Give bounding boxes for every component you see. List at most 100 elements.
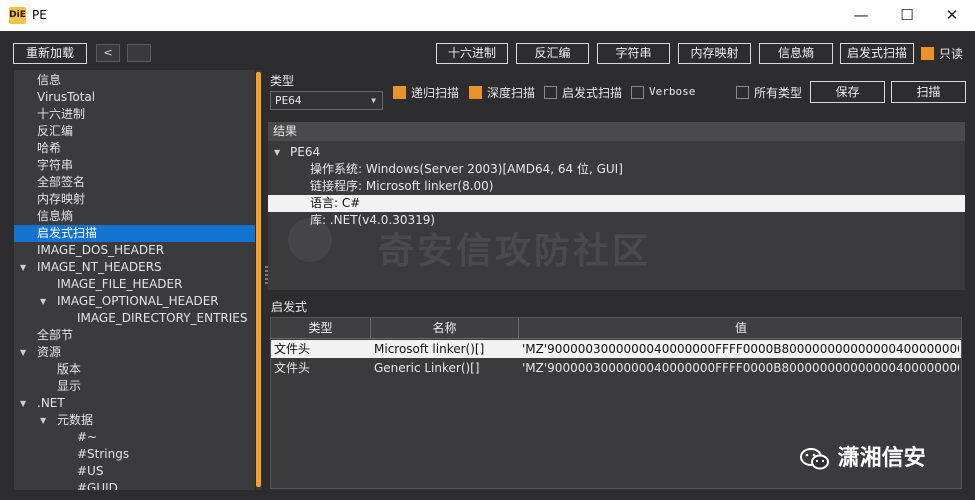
tree-item[interactable]: #Strings — [14, 446, 255, 463]
strings-button[interactable]: 字符串 — [597, 43, 670, 64]
tree-item[interactable]: VirusTotal — [14, 89, 255, 106]
tree-item[interactable]: 字符串 — [14, 157, 255, 174]
tree-item-label: 全部节 — [37, 328, 74, 342]
expand-arrow-icon[interactable]: ▼ — [20, 259, 26, 276]
result-root-label: PE64 — [290, 145, 321, 159]
tree-item-label: 版本 — [57, 362, 82, 376]
tree-scroll-thumb[interactable] — [256, 72, 261, 487]
expand-arrow-icon[interactable]: ▼ — [20, 395, 26, 412]
reload-button[interactable]: 重新加载 — [13, 43, 87, 64]
scan-button[interactable]: 扫描 — [891, 81, 966, 103]
type-select[interactable]: PE64 ▼ — [270, 91, 383, 110]
tree-item-label: 哈希 — [37, 141, 62, 155]
column-header-type[interactable]: 类型 — [271, 318, 371, 339]
window-title: PE — [32, 8, 47, 22]
deep-scan-checkbox[interactable] — [469, 86, 482, 99]
wechat-icon — [800, 447, 830, 471]
tree-item-label: 全部签名 — [37, 175, 86, 189]
results-header: 结果 — [268, 122, 965, 141]
type-label: 类型 — [270, 74, 295, 88]
wechat-brand: 潇湘信安 — [837, 446, 926, 471]
verbose-checkbox[interactable] — [631, 86, 644, 99]
tree-item[interactable]: 启发式扫描 — [14, 225, 255, 242]
watermark-logo-icon — [288, 218, 332, 262]
cell-value: 'MZ'9000003000000040000000FFFF0000B80000… — [522, 342, 959, 356]
heuristic-label: 启发式 — [271, 300, 308, 314]
cell-name: Generic Linker()[] — [374, 361, 480, 375]
tree-item-label: 字符串 — [37, 158, 74, 172]
cell-name: Microsoft linker()[] — [374, 342, 485, 356]
tree-item[interactable]: #~ — [14, 429, 255, 446]
expand-arrow-icon[interactable]: ▼ — [40, 412, 46, 429]
tree-item[interactable]: IMAGE_FILE_HEADER — [14, 276, 255, 293]
tree-item-label: #Strings — [77, 447, 130, 461]
tree-item-label: 资源 — [37, 345, 62, 359]
tree-item-label: 信息熵 — [37, 209, 74, 223]
tree-item[interactable]: ▼ 元数据 — [14, 412, 255, 429]
heuristic-scan-checkbox[interactable] — [544, 86, 557, 99]
tree-item-label: IMAGE_OPTIONAL_HEADER — [57, 294, 219, 308]
cell-type: 文件头 — [274, 342, 311, 356]
result-row-selected[interactable]: 语言: C# — [268, 195, 965, 212]
expand-arrow-icon[interactable]: ▼ — [20, 344, 26, 361]
tree-item-label: IMAGE_DOS_HEADER — [37, 243, 165, 257]
column-header-name[interactable]: 名称 — [371, 318, 519, 339]
tree-item-label: #GUID — [77, 481, 118, 490]
tree-item[interactable]: 版本 — [14, 361, 255, 378]
forward-button[interactable] — [127, 44, 151, 62]
memory-map-button[interactable]: 内存映射 — [678, 43, 751, 64]
tree-item[interactable]: #US — [14, 463, 255, 480]
result-linker: 链接程序: Microsoft linker(8.00) — [310, 179, 494, 193]
expand-arrow-icon[interactable]: ▼ — [40, 293, 46, 310]
tree-item[interactable]: 全部节 — [14, 327, 255, 344]
result-row[interactable]: 操作系统: Windows(Server 2003)[AMD64, 64 位, … — [268, 161, 965, 178]
tree-item-label: 启发式扫描 — [37, 226, 98, 240]
heuristic-scan-button[interactable]: 启发式扫描 — [840, 43, 914, 64]
wechat-watermark: 潇湘信安 — [800, 440, 926, 472]
recursive-scan-checkbox[interactable] — [393, 86, 406, 99]
tree-scrollbar[interactable] — [256, 70, 261, 490]
column-header-value[interactable]: 值 — [519, 318, 961, 339]
tree-item-label: VirusTotal — [37, 90, 96, 104]
readonly-checkbox[interactable] — [921, 47, 934, 60]
hex-button[interactable]: 十六进制 — [436, 43, 508, 64]
tree-item-label: 元数据 — [57, 413, 94, 427]
tree-item[interactable]: 十六进制 — [14, 106, 255, 123]
tree-item-label: 信息 — [37, 73, 62, 87]
tree-item-label: 内存映射 — [37, 192, 86, 206]
tree-item[interactable]: 显示 — [14, 378, 255, 395]
tree-item[interactable]: 全部签名 — [14, 174, 255, 191]
tree-item-label: #~ — [77, 430, 98, 444]
all-types-checkbox[interactable] — [736, 86, 749, 99]
back-button[interactable]: < — [96, 44, 120, 62]
entropy-button[interactable]: 信息熵 — [759, 43, 833, 64]
tree-item[interactable]: 信息 — [14, 72, 255, 89]
close-button[interactable]: ✕ — [929, 0, 975, 31]
navigation-tree: 信息 VirusTotal 十六进制 反汇编 哈希字符串全部签名内存映射信息熵启发式扫描… — [14, 70, 255, 490]
tree-item[interactable]: ▼ 资源 — [14, 344, 255, 361]
expand-arrow-icon: ▼ — [274, 148, 281, 157]
tree-item[interactable]: 内存映射 — [14, 191, 255, 208]
tree-item[interactable]: 哈希 — [14, 140, 255, 157]
chevron-down-icon: ▼ — [371, 96, 376, 105]
tree-item[interactable]: IMAGE_DOS_HEADER — [14, 242, 255, 259]
tree-item[interactable]: IMAGE_DIRECTORY_ENTRIES — [14, 310, 255, 327]
verbose-label: Verbose — [649, 85, 696, 98]
tree-item-label: IMAGE_NT_HEADERS — [37, 260, 162, 274]
tree-item-label: #US — [77, 464, 104, 478]
result-root[interactable]: ▼ PE64 — [268, 144, 965, 161]
result-row[interactable]: 链接程序: Microsoft linker(8.00) — [268, 178, 965, 195]
all-types-label: 所有类型 — [754, 86, 803, 100]
tree-item[interactable]: ▼ IMAGE_NT_HEADERS — [14, 259, 255, 276]
cell-value: 'MZ'9000003000000040000000FFFF0000B80000… — [522, 361, 959, 375]
tree-item[interactable]: ▼ IMAGE_OPTIONAL_HEADER — [14, 293, 255, 310]
maximize-button[interactable]: ☐ — [884, 0, 930, 31]
tree-item[interactable]: ▼ .NET — [14, 395, 255, 412]
deep-scan-label: 深度扫描 — [487, 86, 536, 100]
tree-item[interactable]: 信息熵 — [14, 208, 255, 225]
tree-item[interactable]: 反汇编 — [14, 123, 255, 140]
tree-item[interactable]: #GUID — [14, 480, 255, 490]
minimize-button[interactable]: — — [838, 0, 884, 31]
disasm-button[interactable]: 反汇编 — [516, 43, 589, 64]
save-button[interactable]: 保存 — [810, 81, 885, 103]
